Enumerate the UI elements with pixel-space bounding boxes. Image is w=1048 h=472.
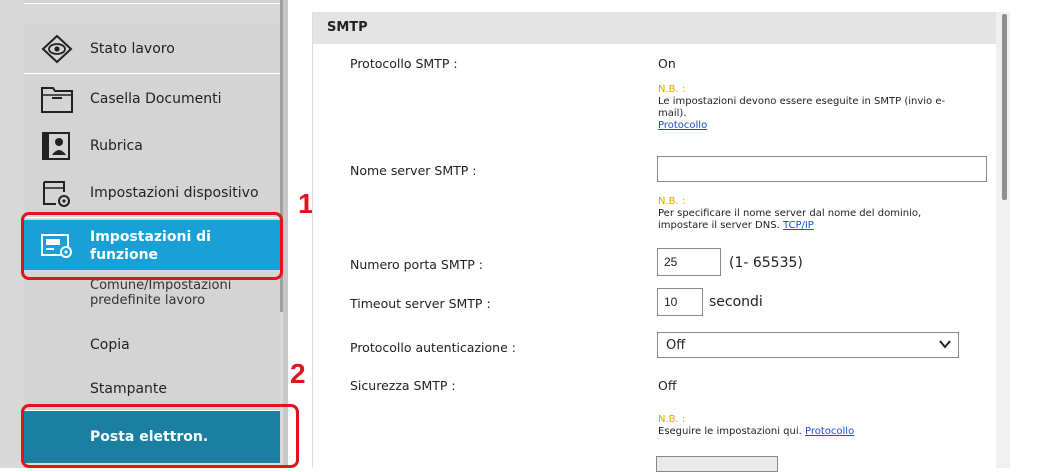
sidebar-subitem-copia[interactable]: Copia (24, 322, 280, 368)
auth-protocol-label: Protocollo autenticazione : (350, 340, 516, 355)
note-text: Eseguire le impostazioni qui. (658, 426, 802, 437)
sidebar-item-label: Rubrica (90, 138, 143, 154)
smtp-port-label: Numero porta SMTP : (350, 257, 483, 272)
auth-protocol-value: Off (666, 338, 686, 353)
note-smtp: N.B. : Le impostazioni devono essere ese… (658, 84, 958, 132)
smtp-timeout-label: Timeout server SMTP : (350, 296, 491, 311)
partial-button[interactable] (656, 456, 778, 472)
sidebar-item-stato-lavoro[interactable]: Stato lavoro (24, 24, 280, 74)
sidebar-item-casella-documenti[interactable]: Casella Documenti (24, 74, 280, 124)
section-header: SMTP (313, 12, 1005, 44)
note-title: N.B. : (658, 414, 686, 425)
step-number-2: 2 (290, 358, 306, 389)
folder-icon (40, 84, 74, 114)
note-dns: N.B. : Per specificare il nome server da… (658, 196, 958, 232)
smtp-protocol-value: On (658, 56, 676, 71)
note-title: N.B. : (658, 196, 686, 207)
device-settings-icon (40, 178, 74, 208)
eye-icon (40, 34, 74, 64)
panel-scrollbar-thumb[interactable] (1002, 14, 1007, 200)
smtp-security-value: Off (658, 378, 677, 393)
tcpip-link[interactable]: TCP/IP (783, 220, 814, 231)
smtp-server-label: Nome server SMTP : (350, 163, 477, 178)
port-range-hint: (1- 65535) (729, 255, 803, 271)
step1-highlight (21, 212, 283, 280)
sidebar-item-label: Stato lavoro (90, 41, 175, 57)
chevron-down-icon (939, 340, 951, 349)
section-title: SMTP (327, 20, 368, 35)
sidebar-item-label: Impostazioni dispositivo (90, 185, 259, 201)
sidebar-item-label: Copia (90, 337, 130, 353)
note-security: N.B. : Eseguire le impostazioni qui. Pro… (658, 414, 958, 438)
address-book-icon (40, 131, 74, 161)
timeout-unit: secondi (709, 294, 763, 310)
protocollo-link-2[interactable]: Protocollo (805, 426, 854, 437)
sidebar-item-impostazioni-dispositivo[interactable]: Impostazioni dispositivo (24, 168, 280, 218)
protocollo-link[interactable]: Protocollo (658, 120, 707, 131)
smtp-panel: SMTP (312, 12, 1011, 468)
step2-highlight (21, 404, 299, 468)
sidebar-item-remota[interactable]: remota (24, 0, 280, 4)
sidebar-divider (283, 0, 288, 468)
smtp-server-input[interactable] (657, 156, 987, 182)
sidebar-item-rubrica[interactable]: Rubrica (24, 121, 280, 171)
smtp-protocol-label: Protocollo SMTP : (350, 56, 458, 71)
smtp-timeout-input[interactable] (657, 288, 703, 316)
sidebar-item-label: Comune/Impostazioni predefinite lavoro (90, 278, 232, 308)
smtp-port-input[interactable] (657, 248, 721, 276)
sidebar-item-label: Casella Documenti (90, 91, 222, 107)
note-title: N.B. : (658, 84, 686, 95)
smtp-security-label: Sicurezza SMTP : (350, 378, 456, 393)
auth-protocol-select[interactable]: Off (657, 332, 959, 358)
note-text: Le impostazioni devono essere eseguite i… (658, 96, 946, 119)
